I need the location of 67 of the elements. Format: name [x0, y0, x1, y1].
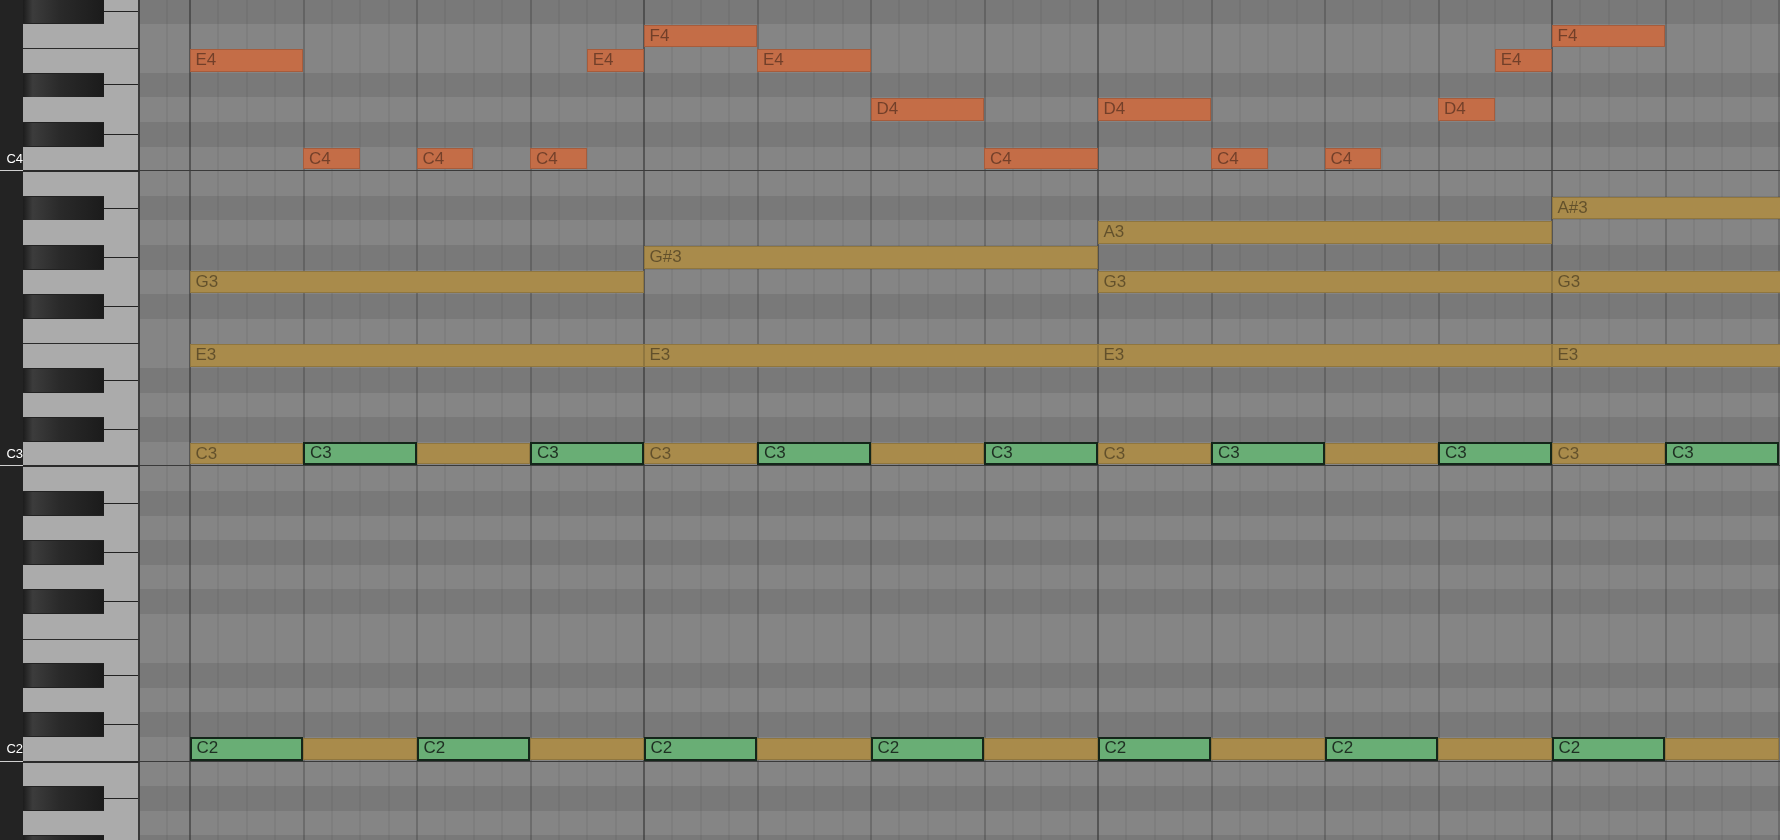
- midi-note[interactable]: C4: [1324, 147, 1382, 170]
- midi-note[interactable]: D4: [1438, 98, 1495, 122]
- midi-note[interactable]: D4: [1097, 98, 1211, 122]
- midi-note[interactable]: C3: [530, 441, 644, 466]
- midi-note[interactable]: C4: [984, 147, 1098, 170]
- piano-key[interactable]: [23, 515, 140, 541]
- midi-note[interactable]: E4: [189, 49, 303, 72]
- midi-note[interactable]: C3: [189, 442, 303, 465]
- piano-key[interactable]: [23, 761, 140, 787]
- midi-note[interactable]: E4: [586, 49, 644, 72]
- midi-note[interactable]: C3: [1665, 441, 1779, 466]
- midi-note[interactable]: E3: [189, 344, 644, 367]
- midi-note[interactable]: C2: [416, 736, 530, 761]
- midi-note[interactable]: C3: [1438, 441, 1552, 466]
- midi-note[interactable]: E3: [643, 344, 1098, 367]
- midi-note[interactable]: C3: [1551, 442, 1665, 465]
- midi-note[interactable]: C2: [1551, 736, 1665, 761]
- piano-key[interactable]: [23, 220, 140, 246]
- piano-key[interactable]: [23, 171, 140, 196]
- midi-note[interactable]: C4: [1211, 147, 1268, 170]
- midi-note[interactable]: G3: [1097, 270, 1552, 294]
- piano-key[interactable]: [23, 564, 140, 590]
- midi-note[interactable]: C2: [870, 736, 984, 761]
- midi-note[interactable]: C4: [530, 147, 587, 170]
- piano-key[interactable]: [23, 146, 140, 172]
- midi-note[interactable]: E4: [757, 49, 871, 72]
- midi-note[interactable]: G3: [189, 270, 644, 294]
- midi-note[interactable]: C4: [303, 147, 360, 170]
- octave-label: C4: [6, 151, 23, 165]
- piano-key[interactable]: [23, 613, 140, 639]
- piano-key[interactable]: [23, 441, 140, 467]
- piano-key[interactable]: [23, 466, 140, 491]
- midi-note[interactable]: C2: [189, 736, 303, 761]
- piano-key[interactable]: [23, 687, 140, 713]
- octave-label: C3: [6, 447, 23, 461]
- midi-note[interactable]: C3: [984, 441, 1098, 466]
- midi-note[interactable]: E3: [1097, 344, 1552, 367]
- midi-note[interactable]: C2: [1097, 736, 1211, 761]
- midi-note[interactable]: C3: [643, 442, 757, 465]
- piano-key[interactable]: [23, 736, 140, 762]
- midi-note[interactable]: C3: [1211, 441, 1325, 466]
- midi-note[interactable]: G#3: [643, 246, 1098, 269]
- midi-note[interactable]: G3: [1551, 270, 1780, 294]
- piano-key[interactable]: [23, 343, 140, 368]
- midi-note[interactable]: C2: [643, 736, 757, 761]
- midi-note[interactable]: E3: [1551, 344, 1780, 367]
- piano-key[interactable]: [23, 392, 140, 418]
- midi-note[interactable]: E4: [1494, 49, 1552, 72]
- midi-note[interactable]: A3: [1097, 221, 1552, 245]
- midi-note[interactable]: A#3: [1551, 196, 1780, 220]
- piano-key[interactable]: [23, 318, 140, 344]
- midi-note[interactable]: F4: [1551, 24, 1665, 48]
- midi-note[interactable]: C4: [416, 147, 474, 170]
- piano-key[interactable]: [23, 810, 140, 836]
- piano-key[interactable]: [23, 23, 140, 49]
- piano-key[interactable]: [23, 48, 140, 73]
- midi-note[interactable]: C2: [1324, 736, 1438, 761]
- midi-note[interactable]: C3: [1097, 442, 1211, 465]
- midi-note[interactable]: C3: [303, 441, 417, 466]
- midi-note[interactable]: D4: [870, 98, 984, 122]
- midi-note[interactable]: C3: [757, 441, 871, 466]
- piano-key[interactable]: [104, 0, 138, 24]
- octave-label: C2: [6, 742, 23, 756]
- piano-key[interactable]: [23, 97, 140, 123]
- midi-note[interactable]: F4: [643, 24, 757, 48]
- piano-key[interactable]: [23, 638, 140, 664]
- piano-key[interactable]: [23, 269, 140, 295]
